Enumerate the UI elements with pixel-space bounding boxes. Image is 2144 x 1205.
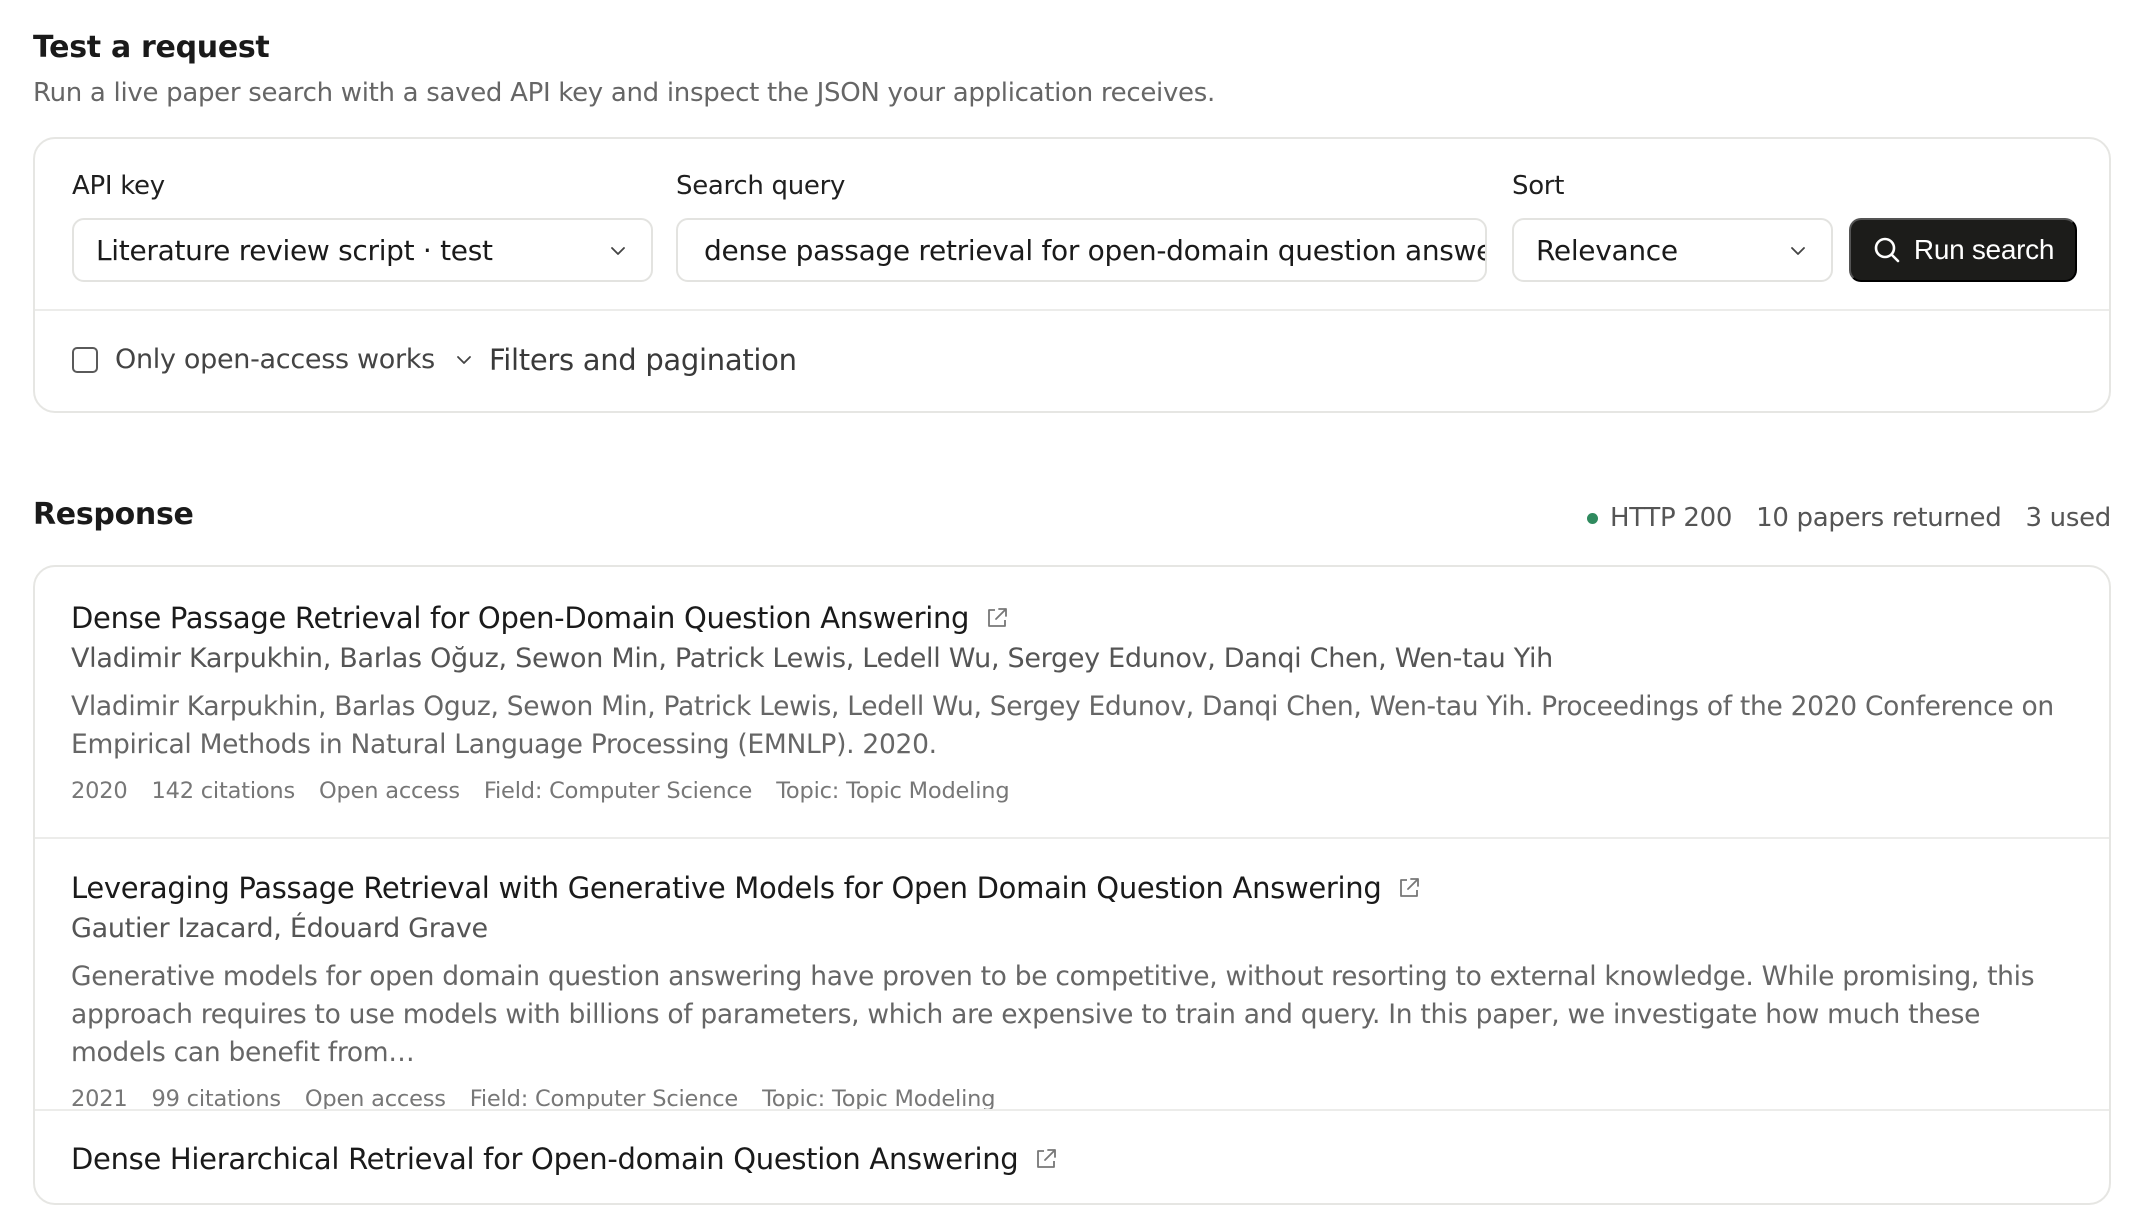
search-query-input[interactable]: dense passage retrieval for open-domain …: [676, 218, 1487, 282]
result-abstract: Generative models for open domain questi…: [71, 961, 2035, 1068]
api-key-label: API key: [72, 171, 165, 201]
search-icon: [1874, 237, 1900, 263]
divider: [35, 309, 2109, 311]
sort-value: Relevance: [1536, 233, 1678, 267]
result-item: Leveraging Passage Retrieval with Genera…: [71, 871, 2073, 1112]
status-text: HTTP 200: [1610, 503, 1733, 533]
result-meta: 2020 142 citations Open access Field: Co…: [71, 778, 2073, 804]
result-item: Dense Passage Retrieval for Open-Domain …: [71, 601, 2073, 804]
run-search-label: Run search: [1913, 234, 2055, 265]
result-field: Field: Computer Science: [483, 778, 753, 804]
external-link-icon[interactable]: [1397, 876, 1421, 900]
result-abstract: Vladimir Karpukhin, Barlas Oguz, Sewon M…: [71, 691, 2054, 760]
result-title[interactable]: Leveraging Passage Retrieval with Genera…: [71, 871, 1382, 905]
result-citations: 142 citations: [151, 778, 296, 804]
divider: [35, 837, 2109, 839]
result-item: Dense Hierarchical Retrieval for Open-do…: [71, 1142, 2073, 1176]
result-title[interactable]: Dense Passage Retrieval for Open-Domain …: [71, 601, 969, 635]
result-year: 2020: [71, 778, 128, 804]
chevron-down-icon: [1791, 247, 1805, 255]
used-count: 3 used: [2025, 503, 2111, 533]
response-results-card: Dense Passage Retrieval for Open-Domain …: [33, 565, 2111, 1205]
api-key-value: Literature review script · test: [96, 233, 493, 267]
section-title-response: Response: [33, 497, 194, 532]
section-title-test-request: Test a request: [33, 30, 270, 65]
result-access: Open access: [319, 778, 460, 804]
external-link-icon[interactable]: [985, 606, 1009, 630]
status-dot-icon: [1587, 513, 1599, 524]
papers-returned-count: 10 papers returned: [1756, 503, 2002, 533]
chevron-down-icon: [457, 356, 471, 364]
chevron-down-icon: [611, 247, 625, 255]
sort-select[interactable]: Relevance: [1512, 218, 1833, 282]
filters-pagination-toggle[interactable]: Filters and pagination: [455, 343, 797, 377]
search-query-label: Search query: [676, 171, 846, 201]
open-access-checkbox[interactable]: [72, 347, 98, 373]
result-title[interactable]: Dense Hierarchical Retrieval for Open-do…: [71, 1142, 1019, 1176]
result-topic: Topic: Topic Modeling: [776, 778, 1010, 804]
request-form-card: API key Literature review script · test …: [33, 137, 2111, 413]
filters-pagination-label: Filters and pagination: [489, 343, 797, 377]
api-key-select[interactable]: Literature review script · test: [72, 218, 653, 282]
response-meta: HTTP 200 10 papers returned 3 used: [1587, 503, 2111, 533]
result-authors: Gautier Izacard, Édouard Grave: [71, 913, 488, 944]
run-search-button[interactable]: Run search: [1849, 218, 2077, 282]
divider: [35, 1109, 2109, 1111]
section-subtitle: Run a live paper search with a saved API…: [33, 78, 1215, 108]
result-title-link[interactable]: Leveraging Passage Retrieval with Genera…: [71, 871, 2073, 905]
result-title-link[interactable]: Dense Hierarchical Retrieval for Open-do…: [71, 1142, 2073, 1176]
external-link-icon[interactable]: [1034, 1147, 1058, 1171]
result-title-link[interactable]: Dense Passage Retrieval for Open-Domain …: [71, 601, 2073, 635]
search-query-value: dense passage retrieval for open-domain …: [704, 233, 1487, 267]
sort-label: Sort: [1512, 171, 1565, 201]
result-authors: Vladimir Karpukhin, Barlas Oğuz, Sewon M…: [71, 643, 1553, 674]
open-access-label[interactable]: Only open-access works: [115, 344, 435, 375]
status-badge: HTTP 200: [1587, 503, 1732, 533]
